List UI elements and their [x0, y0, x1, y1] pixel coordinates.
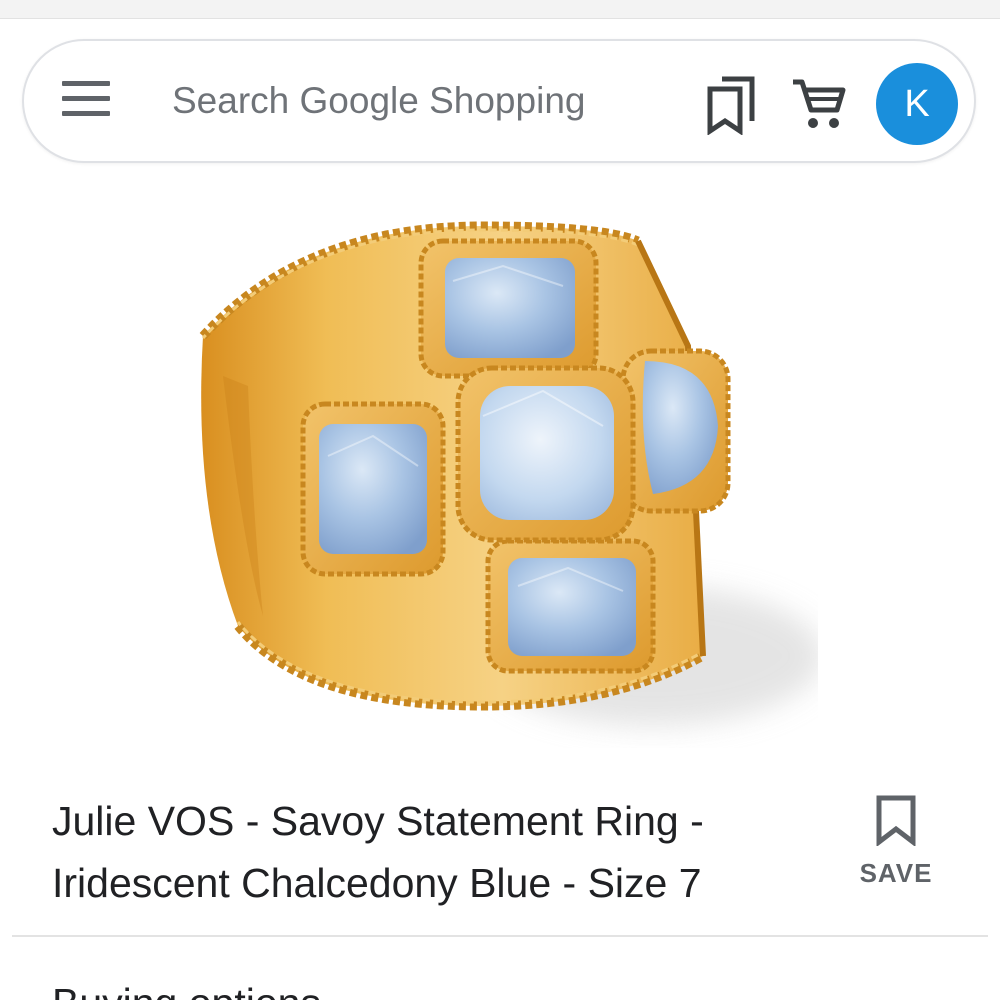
bookmark-icon [876, 795, 916, 846]
product-title-line-1: Julie VOS - Savoy Statement Ring - [52, 798, 704, 844]
save-button[interactable]: SAVE [846, 790, 946, 900]
product-title: Julie VOS - Savoy Statement Ring - Iride… [52, 790, 812, 914]
browser-top-strip [0, 0, 1000, 19]
ring-product-image[interactable] [183, 186, 823, 748]
section-divider [12, 935, 988, 937]
shopping-product-page: K [0, 0, 1000, 1000]
hamburger-menu-icon[interactable] [62, 81, 114, 121]
product-title-line-2: Iridescent Chalcedony Blue - Size 7 [52, 860, 702, 906]
shopping-cart-icon[interactable] [790, 75, 848, 133]
account-avatar[interactable]: K [876, 63, 958, 145]
bookmarks-icon[interactable] [704, 75, 760, 136]
buying-options-heading: Buying options [52, 978, 321, 1000]
search-input[interactable] [172, 69, 672, 133]
save-label: SAVE [859, 858, 933, 888]
search-bar: K [22, 39, 976, 163]
